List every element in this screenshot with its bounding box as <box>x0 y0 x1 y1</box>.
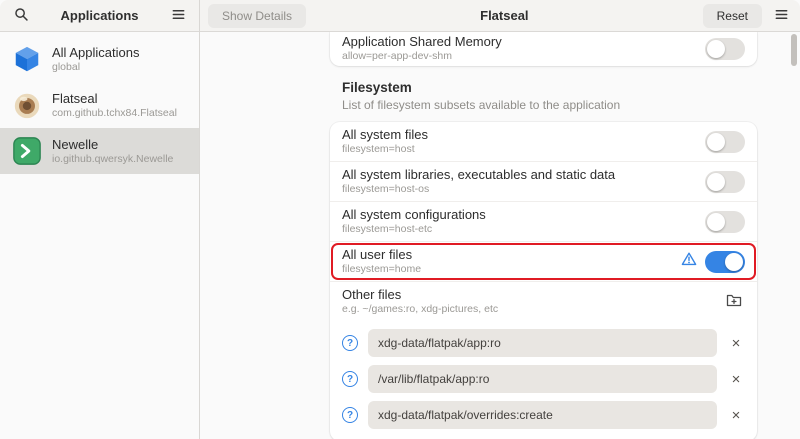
add-folder-button[interactable] <box>723 291 745 313</box>
sidebar: Applications All Applications g <box>0 0 200 439</box>
warning-icon <box>681 251 697 272</box>
other-files-subtitle: e.g. ~/games:ro, xdg-pictures, etc <box>342 303 715 316</box>
permission-row-all-user-files: All user files filesystem=home <box>330 241 757 281</box>
other-files-entries: ? × ? × ? × <box>330 321 757 439</box>
sidebar-menu-button[interactable] <box>167 5 189 27</box>
menu-icon <box>171 7 186 25</box>
flatseal-window: Applications All Applications g <box>0 0 800 439</box>
sidebar-header: Applications <box>0 0 199 32</box>
window-title: Flatseal <box>314 8 695 23</box>
row-text: Other files e.g. ~/games:ro, xdg-picture… <box>342 287 715 316</box>
main-panel: Show Details Flatseal Reset Application … <box>200 0 800 439</box>
permissions-scroll-area: Application Shared Memory allow=per-app-… <box>200 32 800 439</box>
filesystem-section-description: List of filesystem subsets available to … <box>330 98 757 112</box>
permission-subtitle: filesystem=host <box>342 143 697 156</box>
add-folder-icon <box>726 292 742 311</box>
all-system-configurations-toggle[interactable] <box>705 211 745 233</box>
app-name: Newelle <box>52 137 173 153</box>
permission-title: All user files <box>342 247 673 263</box>
app-id: io.github.qwersyk.Newelle <box>52 153 173 166</box>
row-text: All user files filesystem=home <box>342 247 673 276</box>
search-button[interactable] <box>10 5 32 27</box>
permission-row-all-system-configurations: All system configurations filesystem=hos… <box>330 201 757 241</box>
all-user-files-toggle[interactable] <box>705 251 745 273</box>
show-details-button[interactable]: Show Details <box>208 4 306 28</box>
app-name: All Applications <box>52 45 139 61</box>
shared-memory-toggle[interactable] <box>705 38 745 60</box>
permission-subtitle: filesystem=host-os <box>342 183 697 196</box>
close-icon[interactable]: × <box>727 372 745 387</box>
permission-row-shared-memory: Application Shared Memory allow=per-app-… <box>330 32 757 66</box>
row-text: All system libraries, executables and st… <box>342 167 697 196</box>
filesystem-section-title: Filesystem <box>330 80 757 95</box>
help-icon[interactable]: ? <box>342 335 358 351</box>
sidebar-title: Applications <box>38 8 161 23</box>
sidebar-item-newelle[interactable]: Newelle io.github.qwersyk.Newelle <box>0 128 199 174</box>
filesystem-entry: ? × <box>342 365 745 393</box>
permission-subtitle: allow=per-app-dev-shm <box>342 50 697 63</box>
permission-title: Application Shared Memory <box>342 34 697 50</box>
primary-menu-button[interactable] <box>770 5 792 27</box>
permission-subtitle: filesystem=home <box>342 263 673 276</box>
row-text: All system configurations filesystem=hos… <box>342 207 697 236</box>
newelle-app-icon <box>12 136 42 166</box>
menu-icon <box>774 7 789 25</box>
switch-knob <box>707 40 725 58</box>
app-name: Flatseal <box>52 91 177 107</box>
filesystem-card: All system files filesystem=host All sys… <box>330 122 757 439</box>
other-files-row: Other files e.g. ~/games:ro, xdg-picture… <box>330 281 757 321</box>
row-text: Application Shared Memory allow=per-app-… <box>342 34 697 63</box>
permission-title: All system libraries, executables and st… <box>342 167 697 183</box>
all-system-files-toggle[interactable] <box>705 131 745 153</box>
permission-title: All system files <box>342 127 697 143</box>
sidebar-item-text: All Applications global <box>52 45 139 74</box>
app-id: global <box>52 61 139 74</box>
sidebar-item-text: Flatseal com.github.tchx84.Flatseal <box>52 91 177 120</box>
permission-row-all-system-files: All system files filesystem=host <box>330 122 757 161</box>
help-icon[interactable]: ? <box>342 407 358 423</box>
switch-knob <box>707 133 725 151</box>
all-applications-icon <box>12 44 42 74</box>
filesystem-entry-input[interactable] <box>368 365 717 393</box>
other-files-title: Other files <box>342 287 715 303</box>
scrollbar-thumb[interactable] <box>791 34 797 66</box>
filesystem-entry: ? × <box>342 401 745 429</box>
search-icon <box>14 7 29 25</box>
application-list: All Applications global Flatseal com.git… <box>0 32 199 174</box>
sidebar-item-all-applications[interactable]: All Applications global <box>0 36 199 82</box>
shared-memory-card: Application Shared Memory allow=per-app-… <box>330 32 757 66</box>
reset-button[interactable]: Reset <box>703 4 762 28</box>
filesystem-entry-input[interactable] <box>368 329 717 357</box>
all-system-libraries-toggle[interactable] <box>705 171 745 193</box>
sidebar-item-flatseal[interactable]: Flatseal com.github.tchx84.Flatseal <box>0 82 199 128</box>
close-icon[interactable]: × <box>727 336 745 351</box>
main-header: Show Details Flatseal Reset <box>200 0 800 32</box>
row-text: All system files filesystem=host <box>342 127 697 156</box>
switch-knob <box>707 213 725 231</box>
filesystem-entry-input[interactable] <box>368 401 717 429</box>
flatseal-app-icon <box>12 90 42 120</box>
help-icon[interactable]: ? <box>342 371 358 387</box>
filesystem-entry: ? × <box>342 329 745 357</box>
sidebar-item-text: Newelle io.github.qwersyk.Newelle <box>52 137 173 166</box>
permission-row-all-system-libraries: All system libraries, executables and st… <box>330 161 757 201</box>
app-id: com.github.tchx84.Flatseal <box>52 107 177 120</box>
switch-knob <box>725 253 743 271</box>
switch-knob <box>707 173 725 191</box>
permission-subtitle: filesystem=host-etc <box>342 223 697 236</box>
permission-title: All system configurations <box>342 207 697 223</box>
close-icon[interactable]: × <box>727 408 745 423</box>
